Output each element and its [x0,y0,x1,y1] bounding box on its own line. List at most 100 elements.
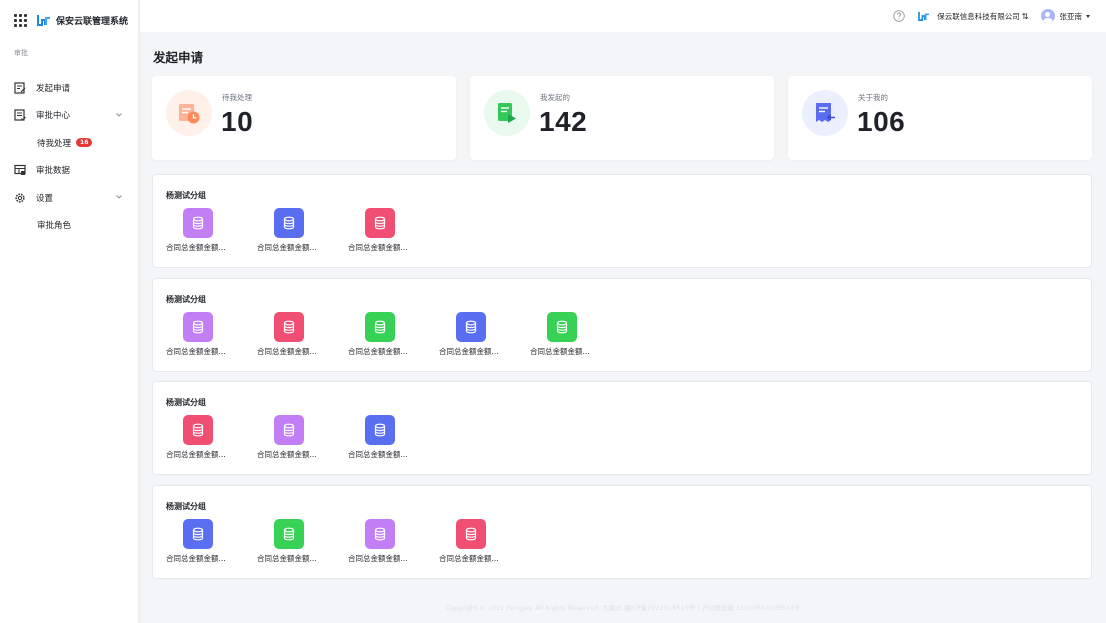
initiated-send-icon [498,103,516,123]
stat-icon-circle [166,90,212,136]
app-item[interactable]: 合同总金额金额... [426,312,517,357]
sidebar-item-label: 设置 [36,193,54,204]
app-label: 合同总金额金额... [439,554,499,563]
app-label: 合同总金额金额... [530,347,590,356]
app-label: 合同总金额金额... [257,450,317,459]
pending-count-badge: 16 [76,138,93,148]
company-switcher[interactable]: 保云联信息科技有限公司 ⇅ [918,11,1029,22]
stat-value: 106 [857,106,906,137]
sidebar-item-label: 审批中心 [36,111,71,122]
brand: 保安云联管理系统 [0,0,138,40]
app-label: 合同总金额金额... [166,243,226,252]
app-list: 合同总金额金额... 合同总金额金额... 合同总金额金额... [153,208,426,253]
app-list: 合同总金额金额... 合同总金额金额... 合同总金额金额... 合同总金额金额… [153,519,517,564]
database-icon [183,208,213,238]
stat-value: 142 [539,106,588,137]
app-item[interactable]: 合同总金额金额... [244,312,335,357]
avatar [1040,9,1055,23]
app-item[interactable]: 合同总金额金额... [426,519,517,564]
app-item[interactable]: 合同总金额金额... [517,312,608,357]
app-item[interactable]: 合同总金额金额... [335,208,426,253]
sidebar-item-pending[interactable]: 待我处理 16 [0,129,138,157]
database-icon [274,415,304,445]
sidebar-item-settings[interactable]: 设置 [0,184,138,212]
sidebar-item-start-application[interactable]: 发起申请 [0,74,138,102]
app-list: 合同总金额金额... 合同总金额金额... 合同总金额金额... [153,415,426,460]
app-item[interactable]: 合同总金额金额... [335,312,426,357]
group-title: 杨测试分组 [166,295,206,304]
about-me-inbox-icon [816,103,835,122]
table-data-icon [14,165,26,176]
caret-down-icon [1086,14,1090,18]
app-group: 杨测试分组 合同总金额金额... 合同总金额金额... 合同总金额金额... 合… [152,485,1092,579]
stat-card-about-me[interactable]: 关于我的 106 [788,76,1092,160]
database-icon [365,519,395,549]
gear-icon [15,193,25,203]
sidebar-item-label: 审批角色 [37,221,72,232]
sidebar-item-approval-roles[interactable]: 审批角色 [0,212,138,240]
sidebar: 保安云联管理系统 审批 发起申请 审批中心 待我处理 16 审批数据 设置 审批… [0,0,139,623]
app-label: 合同总金额金额... [166,554,226,563]
app-item[interactable]: 合同总金额金额... [335,519,426,564]
database-icon [183,415,213,445]
list-check-icon [14,109,26,121]
footer-copyright: Copyright © 2021 Fengjuy. All Rights Res… [445,604,801,612]
stat-icon-circle [484,90,530,136]
database-icon [456,312,486,342]
stat-label: 待我处理 [222,93,252,102]
sidebar-item-label: 发起申请 [36,83,71,94]
app-item[interactable]: 合同总金额金额... [153,415,244,460]
pending-clock-icon [179,104,200,124]
app-label: 合同总金额金额... [257,243,317,252]
sidebar-item-approval-center[interactable]: 审批中心 [0,102,138,130]
app-grid-icon[interactable] [14,13,27,27]
stat-icon-circle [802,90,848,136]
form-edit-icon [14,82,26,94]
app-group: 杨测试分组 合同总金额金额... 合同总金额金额... 合同总金额金额... 合… [152,278,1092,372]
stat-label: 我发起的 [540,93,570,102]
app-item[interactable]: 合同总金额金额... [153,519,244,564]
app-label: 合同总金额金额... [166,450,226,459]
database-icon [547,312,577,342]
help-icon[interactable] [893,10,906,22]
sidebar-section-label: 审批 [14,49,28,57]
database-icon [183,312,213,342]
app-label: 合同总金额金额... [348,243,408,252]
brand-logo-icon [37,15,50,26]
page-title: 发起申请 [153,50,204,65]
topbar: 保云联信息科技有限公司 ⇅ 张亚南 [140,0,1106,32]
app-item[interactable]: 合同总金额金额... [244,519,335,564]
app-item[interactable]: 合同总金额金额... [244,415,335,460]
app-label: 合同总金额金额... [348,450,408,459]
group-title: 杨测试分组 [166,191,206,200]
stat-label: 关于我的 [858,93,888,102]
chevron-down-icon [116,112,122,117]
chevron-down-icon [116,195,122,199]
app-label: 合同总金额金额... [348,347,408,356]
database-icon [183,519,213,549]
app-list: 合同总金额金额... 合同总金额金额... 合同总金额金额... 合同总金额金额… [153,312,608,357]
stat-card-initiated[interactable]: 我发起的 142 [470,76,774,160]
app-item[interactable]: 合同总金额金额... [153,208,244,253]
company-name: 保云联信息科技有限公司 [937,11,1020,21]
swap-icon: ⇅ [1021,11,1029,21]
sidebar-item-approval-data[interactable]: 审批数据 [0,157,138,185]
app-item[interactable]: 合同总金额金额... [335,415,426,460]
app-label: 合同总金额金额... [257,554,317,563]
user-menu[interactable]: 张亚南 [1040,9,1090,23]
database-icon [365,415,395,445]
database-icon [365,312,395,342]
stat-card-pending[interactable]: 待我处理 10 [152,76,456,160]
stat-value: 10 [221,106,254,137]
group-title: 杨测试分组 [166,502,206,511]
database-icon [274,312,304,342]
app-item[interactable]: 合同总金额金额... [153,312,244,357]
database-icon [365,208,395,238]
app-item[interactable]: 合同总金额金额... [244,208,335,253]
database-icon [274,519,304,549]
sidebar-item-label: 待我处理 [37,138,72,149]
app-label: 合同总金额金额... [348,554,408,563]
sidebar-nav: 发起申请 审批中心 待我处理 16 审批数据 设置 审批角色 [0,74,138,239]
app-group: 杨测试分组 合同总金额金额... 合同总金额金额... 合同总金额金额... [152,174,1092,268]
app-label: 合同总金额金额... [166,347,226,356]
